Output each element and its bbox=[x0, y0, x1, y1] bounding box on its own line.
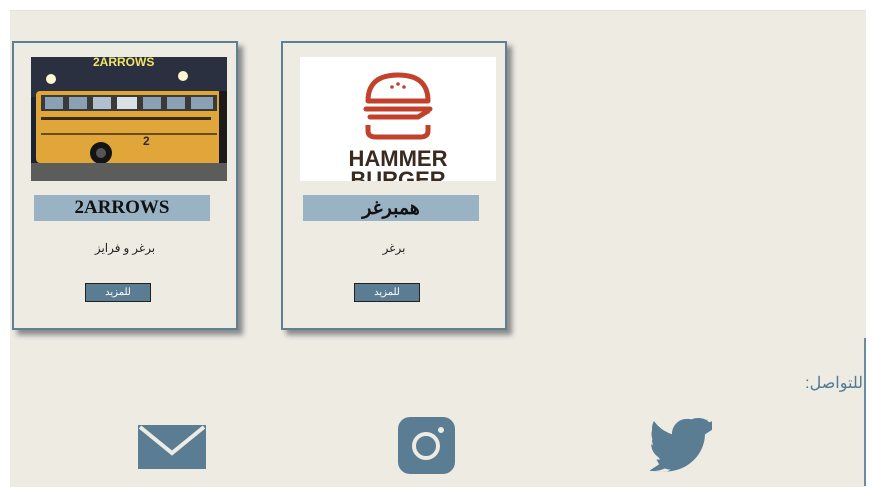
logo-text-burger: BURGER bbox=[350, 167, 445, 181]
restaurant-card-hammer-burger: HAMMER BURGER همبرغر برغر للمزيد bbox=[281, 41, 507, 330]
card-title: 2ARROWS bbox=[34, 195, 210, 221]
instagram-icon[interactable] bbox=[398, 417, 455, 479]
card-description: برغر bbox=[382, 241, 406, 255]
more-button[interactable]: للمزيد bbox=[354, 283, 420, 302]
card-image-logo: HAMMER BURGER bbox=[300, 57, 496, 181]
card-title: همبرغر bbox=[303, 195, 479, 221]
card-description: برغر و فرايز bbox=[94, 241, 156, 255]
bus-sign-text: 2ARROWS bbox=[93, 57, 154, 69]
restaurant-card-2arrows: 2ARROWS 2 2ARROWS برغر و فرايز للمزيد bbox=[12, 41, 238, 330]
top-divider bbox=[10, 10, 866, 11]
svg-text:2: 2 bbox=[143, 134, 150, 148]
twitter-icon[interactable] bbox=[649, 418, 721, 477]
right-accent-line bbox=[864, 338, 866, 486]
card-image-bus: 2ARROWS 2 bbox=[31, 57, 227, 181]
envelope-icon[interactable] bbox=[138, 425, 206, 474]
more-button[interactable]: للمزيد bbox=[85, 283, 151, 302]
contact-label: للتواصل: bbox=[805, 375, 863, 392]
